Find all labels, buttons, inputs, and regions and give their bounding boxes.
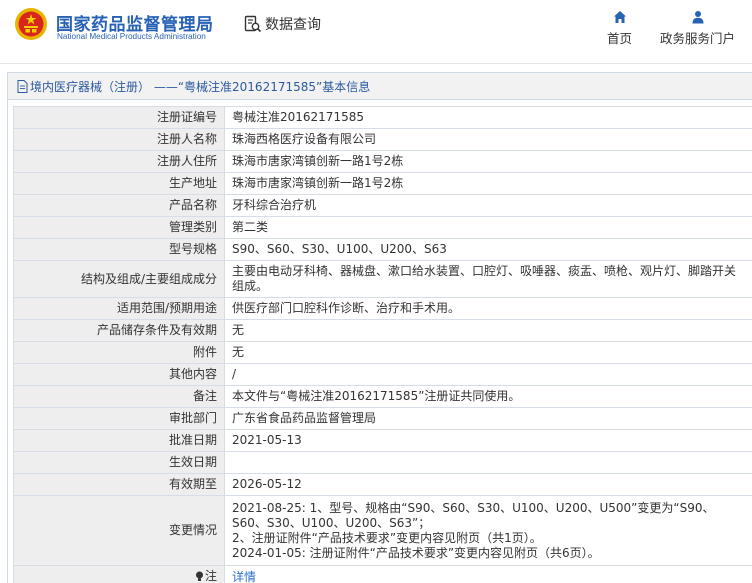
table-row: 注册人住所 珠海市唐家湾镇创新一路1号2栋 — [13, 150, 752, 173]
field-value: / — [224, 363, 752, 386]
lightbulb-icon — [195, 571, 203, 581]
field-value: 无 — [224, 341, 752, 364]
table-row: 其他内容 / — [13, 363, 752, 386]
field-value: 无 — [224, 319, 752, 342]
table-row: 变更情况 2021-08-25: 1、型号、规格由“S90、S60、S30、U1… — [13, 495, 752, 566]
field-value: 粤械注准20162171585 — [224, 106, 752, 129]
user-icon — [692, 11, 703, 24]
change-line: 2024-01-05: 注册证附件“产品技术要求”变更内容见附页（共6页）。 — [232, 545, 600, 560]
field-key: 产品储存条件及有效期 — [13, 319, 225, 342]
data-query-link[interactable]: 数据查询 — [244, 14, 321, 34]
home-icon — [613, 11, 626, 23]
national-emblem-icon — [15, 8, 47, 40]
field-value: 珠海西格医疗设备有限公司 — [224, 128, 752, 151]
table-row: 附件 无 — [13, 341, 752, 364]
field-key: 管理类别 — [13, 216, 225, 239]
table-row: 注册人名称 珠海西格医疗设备有限公司 — [13, 128, 752, 151]
site-header: 国家药品监督管理局 National Medical Products Admi… — [0, 0, 752, 64]
table-row: 型号规格 S90、S60、S30、U100、U200、S63 — [13, 238, 752, 261]
change-line: 2、注册证附件“产品技术要求”变更内容见附页（共1页）。 — [232, 530, 542, 545]
field-key: 产品名称 — [13, 194, 225, 217]
field-value: 珠海市唐家湾镇创新一路1号2栋 — [224, 172, 752, 195]
details-link[interactable]: 详情 — [232, 570, 256, 583]
document-icon — [17, 79, 28, 93]
note-key-cell: 注 — [13, 565, 225, 583]
field-key: 有效期至 — [13, 473, 225, 496]
document-search-icon — [244, 15, 262, 33]
field-key: 生效日期 — [13, 451, 225, 474]
data-query-label: 数据查询 — [265, 17, 321, 33]
field-key: 其他内容 — [13, 363, 225, 386]
field-key: 型号规格 — [13, 238, 225, 261]
panel-title: 境内医疗器械（注册） ——“粤械注准20162171585”基本信息 — [30, 79, 371, 94]
field-value: 第二类 — [224, 216, 752, 239]
change-history: 2021-08-25: 1、型号、规格由“S90、S60、S30、U100、U2… — [224, 495, 752, 566]
device-info-panel: 境内医疗器械（注册） ——“粤械注准20162171585”基本信息 注册证编号… — [7, 72, 752, 583]
field-key: 备注 — [13, 385, 225, 408]
field-key: 审批部门 — [13, 407, 225, 430]
field-key: 适用范围/预期用途 — [13, 297, 225, 320]
field-key: 批准日期 — [13, 429, 225, 452]
table-row: 产品名称 牙科综合治疗机 — [13, 194, 752, 217]
org-name-en: National Medical Products Administration — [57, 32, 206, 41]
field-value: 2026-05-12 — [224, 473, 752, 496]
field-value: 珠海市唐家湾镇创新一路1号2栋 — [224, 150, 752, 173]
field-value — [224, 451, 752, 474]
table-row: 有效期至 2026-05-12 — [13, 473, 752, 496]
table-row: 注 详情 — [13, 565, 752, 583]
field-key: 注册人住所 — [13, 150, 225, 173]
field-key: 注册人名称 — [13, 128, 225, 151]
field-value: 主要由电动牙科椅、器械盘、漱口给水装置、口腔灯、吸唾器、痰盂、喷枪、观片灯、脚踏… — [224, 260, 752, 298]
nav-service-portal[interactable]: 政务服务门户 — [660, 10, 735, 47]
panel-title-bar: 境内医疗器械（注册） ——“粤械注准20162171585”基本信息 — [8, 73, 752, 100]
table-row: 审批部门 广东省食品药品监督管理局 — [13, 407, 752, 430]
field-key: 结构及组成/主要组成成分 — [13, 260, 225, 298]
note-key-label: 注 — [204, 569, 217, 583]
table-row: 结构及组成/主要组成成分 主要由电动牙科椅、器械盘、漱口给水装置、口腔灯、吸唾器… — [13, 260, 752, 298]
table-row: 批准日期 2021-05-13 — [13, 429, 752, 452]
table-row: 适用范围/预期用途 供医疗部门口腔科作诊断、治疗和手术用。 — [13, 297, 752, 320]
field-value: 2021-05-13 — [224, 429, 752, 452]
field-key: 注册证编号 — [13, 106, 225, 129]
field-key: 生产地址 — [13, 172, 225, 195]
table-row: 生产地址 珠海市唐家湾镇创新一路1号2栋 — [13, 172, 752, 195]
table-row: 注册证编号 粤械注准20162171585 — [13, 106, 752, 129]
field-key: 附件 — [13, 341, 225, 364]
table-row: 产品储存条件及有效期 无 — [13, 319, 752, 342]
field-key: 变更情况 — [13, 495, 225, 566]
field-value: 供医疗部门口腔科作诊断、治疗和手术用。 — [224, 297, 752, 320]
nav-home-label: 首页 — [607, 31, 633, 46]
table-row: 备注 本文件与“粤械注准20162171585”注册证共同使用。 — [13, 385, 752, 408]
field-value: 本文件与“粤械注准20162171585”注册证共同使用。 — [224, 385, 752, 408]
note-key: 注 — [195, 569, 217, 583]
table-row: 管理类别 第二类 — [13, 216, 752, 239]
note-value-cell: 详情 — [224, 565, 752, 583]
field-value: 牙科综合治疗机 — [224, 194, 752, 217]
table-row: 生效日期 — [13, 451, 752, 474]
field-value: S90、S60、S30、U100、U200、S63 — [224, 238, 752, 261]
change-line: 2021-08-25: 1、型号、规格由“S90、S60、S30、U100、U2… — [232, 500, 715, 530]
nav-home[interactable]: 首页 — [607, 10, 632, 47]
nav-service-portal-label: 政务服务门户 — [660, 31, 736, 46]
device-info-table: 注册证编号 粤械注准20162171585 注册人名称 珠海西格医疗设备有限公司… — [13, 106, 752, 583]
field-value: 广东省食品药品监督管理局 — [224, 407, 752, 430]
